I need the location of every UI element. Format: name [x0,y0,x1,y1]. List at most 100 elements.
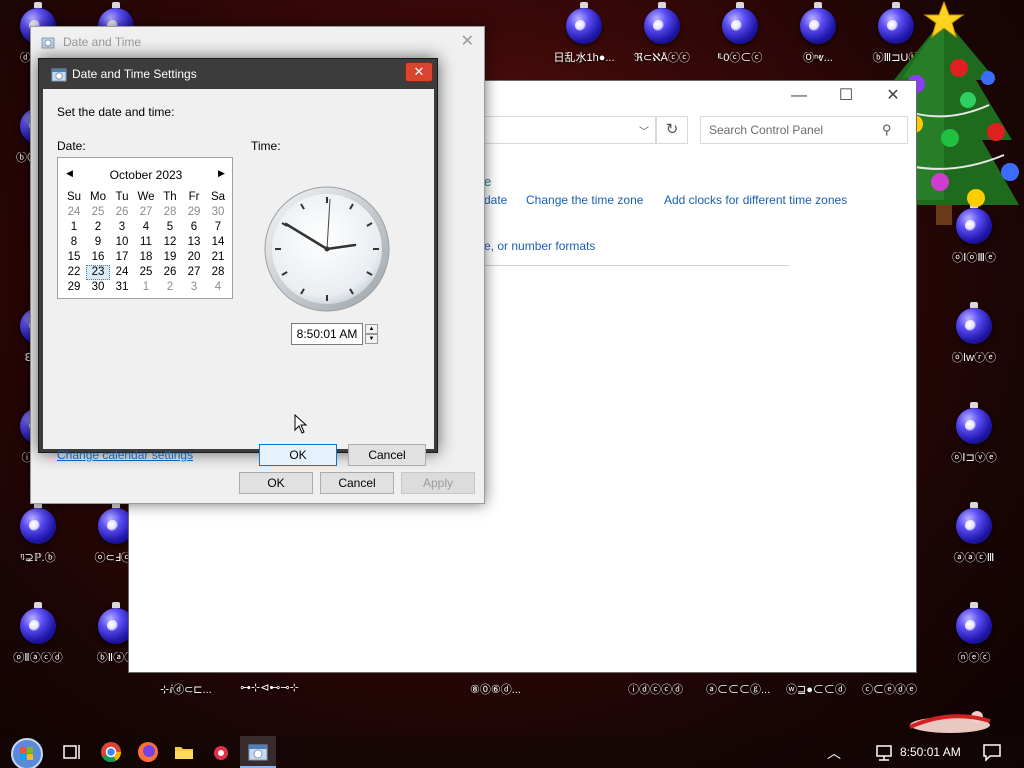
calendar-day[interactable]: 29 [62,280,86,295]
calendar-day[interactable]: 19 [158,250,182,265]
desktop-icon[interactable]: Ⓞⁿⱴ... [780,2,856,65]
calendar-day[interactable]: 21 [206,250,230,265]
calendar-day[interactable]: 27 [182,265,206,280]
calendar-day[interactable]: 25 [134,265,158,280]
calendar-day[interactable]: 4 [206,280,230,295]
desktop-icon-label[interactable]: ⊶⊹⊲⊷⊸⊹ [240,681,299,694]
calendar-day[interactable]: 16 [86,250,110,265]
desktop-icon[interactable]: ⓞⅠ⊐ⓥⓔ [936,402,1012,465]
taskbar-clock[interactable]: 8:50:01 AM [900,745,961,759]
ornament-icon [566,2,602,44]
calendar-day[interactable]: 14 [206,235,230,250]
calendar-day[interactable]: 28 [158,205,182,220]
calendar-day[interactable]: 6 [182,220,206,235]
calendar-day[interactable]: 18 [134,250,158,265]
change-calendar-settings-link[interactable]: Change calendar settings [57,448,193,462]
decorative-figure [909,711,991,733]
calendar-day[interactable]: 27 [134,205,158,220]
calendar-day[interactable]: 3 [110,220,134,235]
calendar-day[interactable]: 31 [110,280,134,295]
desktop-icon[interactable]: ℜ⊂ℵÅⓒⓒ [624,2,700,65]
time-increment-icon[interactable]: ▲ [365,324,378,334]
desktop-icon[interactable]: ⓝⓔⓒ [936,602,1012,665]
close-icon[interactable]: ✕ [461,31,474,51]
desktop-icon[interactable]: ᴵᴸ0ⓒ⊂ⓒ [702,2,778,65]
chrome-icon[interactable] [99,740,123,764]
calendar-day[interactable]: 15 [62,250,86,265]
calendar-day[interactable]: 26 [110,205,134,220]
desktop-icon[interactable]: 日乱水1h●... [546,2,622,65]
search-icon[interactable]: ⚲ [882,122,892,138]
ok-button[interactable]: OK [239,472,313,494]
desktop-icon-label[interactable]: ⓦ⊒●⊂⊂ⓓ [786,681,846,697]
calendar-day[interactable]: 26 [158,265,182,280]
refresh-icon[interactable]: ↻ [656,116,688,144]
calendar-day[interactable]: 1 [134,280,158,295]
next-month-icon[interactable]: ▶ [218,168,225,179]
desktop-icon-label[interactable]: ⓘⓓⓒⓒⓓ [628,681,683,697]
calendar-day[interactable]: 10 [110,235,134,250]
desktop-icon-label[interactable]: ⊹ⅈⓓ⊂⊏... [160,681,212,697]
date-time-app-icon[interactable] [246,740,270,764]
calendar-day[interactable]: 8 [62,235,86,250]
network-icon[interactable] [872,740,896,764]
calendar-day[interactable]: 1 [62,220,86,235]
close-button[interactable]: ✕ [873,85,913,109]
calendar-day[interactable]: 22 [62,265,86,280]
calendar-day[interactable]: 3 [182,280,206,295]
desktop-icon[interactable]: ⓞⅠwⓡⓔ [936,302,1012,365]
calendar-day[interactable]: 24 [110,265,134,280]
calendar-day[interactable]: 28 [206,265,230,280]
calendar-day[interactable]: 2 [86,220,110,235]
calendar-month-year[interactable]: October 2023 [58,168,234,182]
ok-button[interactable]: OK [259,444,337,466]
calendar-day[interactable]: 13 [182,235,206,250]
maximize-button[interactable]: ☐ [826,85,866,109]
time-label: Time: [251,139,281,153]
change-time-zone-link[interactable]: Change the time zone [526,193,643,207]
task-view-icon[interactable] [60,740,84,764]
calendar-day[interactable]: 24 [62,205,86,220]
calendar-day[interactable]: 11 [134,235,158,250]
desktop-icon-label[interactable]: ⑧⓪⑥ⓓ... [470,681,521,697]
calendar-day[interactable]: 5 [158,220,182,235]
cancel-button[interactable]: Cancel [348,444,426,466]
calendar-day[interactable]: 25 [86,205,110,220]
calendar-day[interactable]: 20 [182,250,206,265]
calendar-day[interactable]: 30 [86,280,110,295]
desktop-icon-label[interactable]: ⓒ⊂ⓔⓓⓔ [862,681,917,697]
firefox-icon[interactable] [136,740,160,764]
calendar-day[interactable]: 30 [206,205,230,220]
set-date-link-fragment[interactable]: date [484,193,507,207]
weekday-label: Sa [210,191,226,203]
address-bar[interactable]: ﹀ [484,116,656,144]
time-input[interactable]: 8:50:01 AM [291,323,363,345]
start-orb-icon[interactable] [8,736,46,768]
close-button[interactable]: ✕ [405,62,433,82]
region-formats-link-fragment[interactable]: e, or number formats [484,239,595,253]
app-icon[interactable] [209,740,233,764]
add-clocks-link[interactable]: Add clocks for different time zones [664,193,847,207]
chevron-up-icon[interactable]: ︿ [827,743,841,763]
cancel-button[interactable]: Cancel [320,472,394,494]
calendar-day[interactable]: 7 [206,220,230,235]
calendar-day[interactable]: 12 [158,235,182,250]
calendar-day[interactable]: 2 [158,280,182,295]
minimize-button[interactable]: — [779,85,819,109]
time-decrement-icon[interactable]: ▼ [365,334,378,344]
desktop-icon[interactable]: ⓐⓐⓒⅢ [936,502,1012,565]
search-input[interactable]: Search Control Panel [700,116,908,144]
calendar-day[interactable]: 4 [134,220,158,235]
notification-icon[interactable] [980,740,1004,764]
calendar-day[interactable]: 17 [110,250,134,265]
calendar-day[interactable]: 29 [182,205,206,220]
desktop-icon[interactable]: ᵑ⊋ℙ.ⓑ [0,502,76,565]
file-explorer-icon[interactable] [172,740,196,764]
calendar[interactable]: ◀ October 2023 ▶ Su Mo Tu We Th Fr Sa 24 25 26 27 2… [57,157,233,299]
desktop-icon-label[interactable]: ⓐ⊂⊂⊂ⓖ... [706,681,770,697]
calendar-day[interactable]: 23 [86,265,110,280]
calendar-day[interactable]: 9 [86,235,110,250]
chevron-down-icon[interactable]: ﹀ [639,123,649,138]
apply-button[interactable]: Apply [401,472,475,494]
desktop-icon[interactable]: ⓞⅡⓐⓒⓓ [0,602,76,665]
